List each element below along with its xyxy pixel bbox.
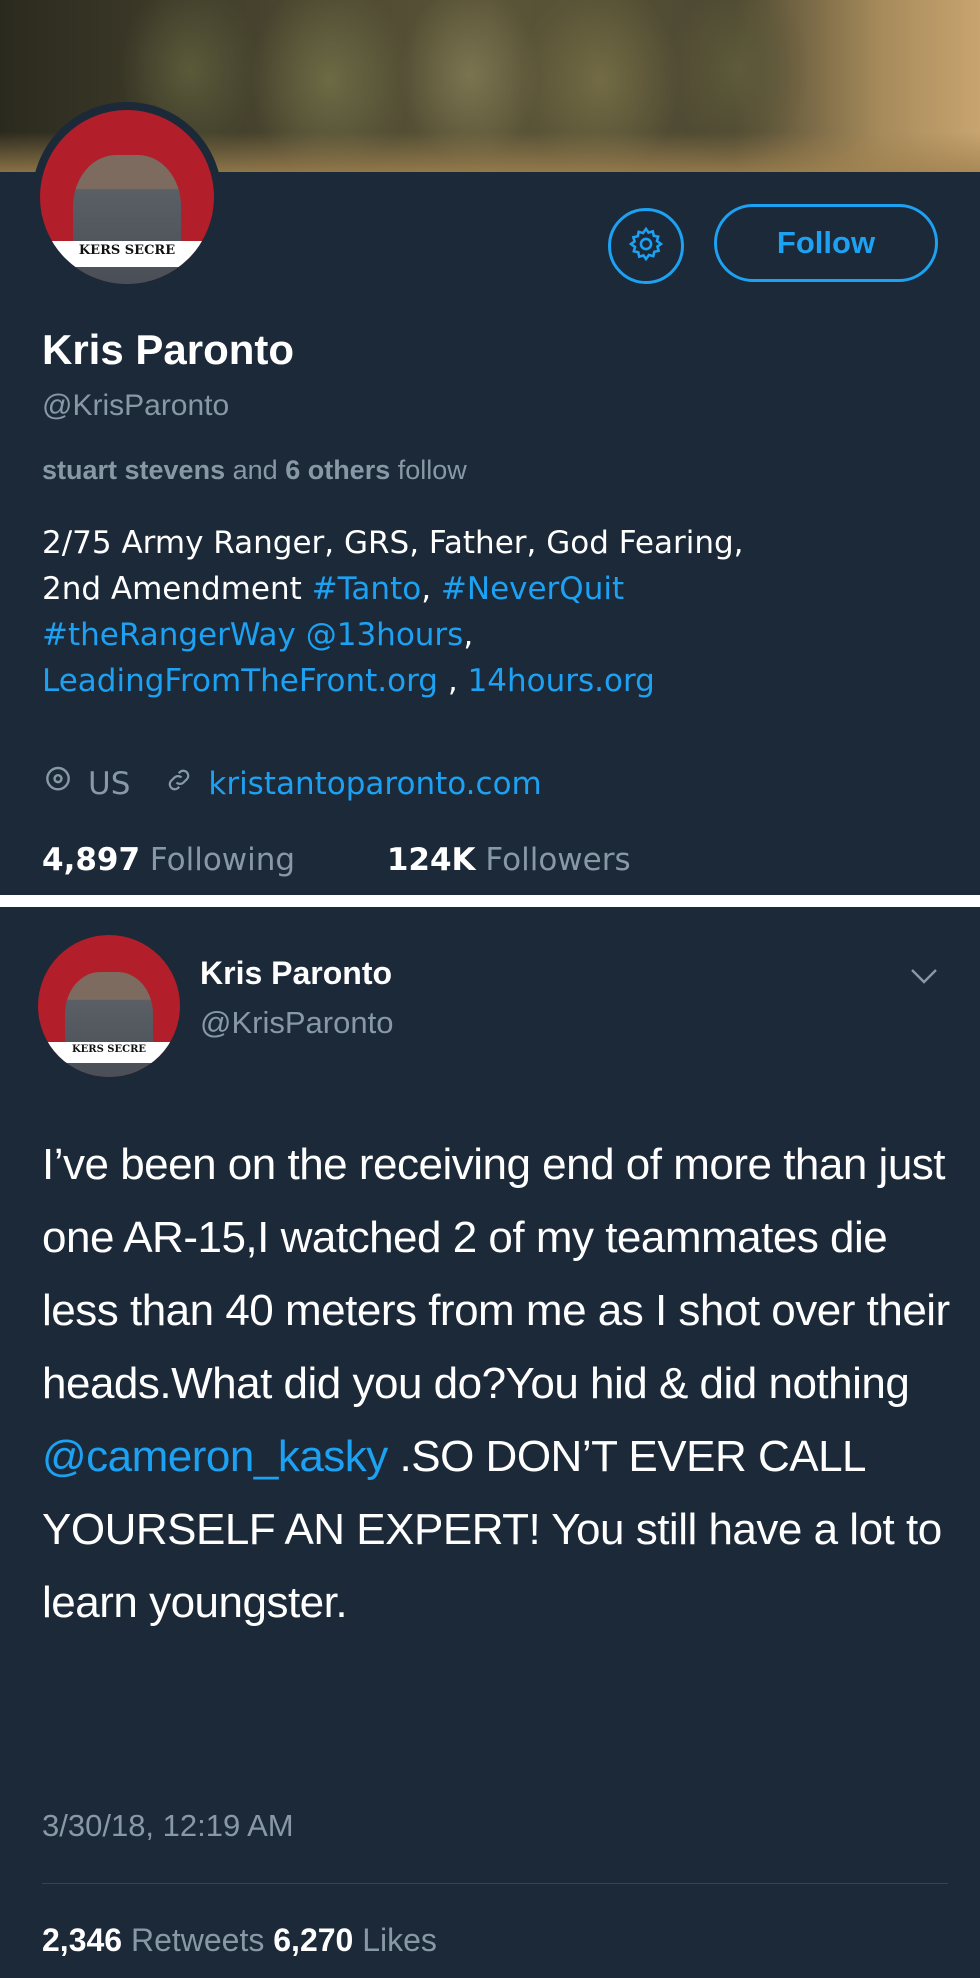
chevron-down-icon [906, 969, 942, 992]
tweet-author-handle[interactable]: @KrisParonto [200, 1005, 393, 1041]
settings-button[interactable] [608, 208, 684, 284]
bio-comma: , [421, 571, 432, 607]
bio-comma: , [437, 663, 458, 699]
profile-avatar[interactable]: KERS SECRE [32, 102, 222, 292]
followed-by-name: stuart stevens [42, 455, 226, 485]
bio-link-leadingfromthefront[interactable]: LeadingFromTheFront.org [42, 663, 438, 699]
hashtag-neverquit[interactable]: #NeverQuit [441, 571, 624, 607]
gear-icon [627, 225, 665, 268]
followers-label: Followers [485, 842, 631, 878]
likes-stat[interactable]: 6,270 Likes [273, 1922, 437, 1958]
location-pin-icon [42, 764, 74, 804]
avatar-banner-text: KERS SECRE [40, 240, 214, 267]
tweet-stats: 2,346 Retweets 6,270 Likes [42, 1922, 437, 1959]
bio-link-14hours[interactable]: 14hours.org [468, 663, 655, 699]
tweet-more-button[interactable] [906, 964, 942, 993]
follow-button[interactable]: Follow [714, 204, 938, 282]
tweet-text-before: I’ve been on the receiving end of more t… [42, 1140, 950, 1408]
tweet-avatar[interactable]: KERS SECRE [38, 935, 180, 1077]
bio-text: 2nd Amendment [42, 571, 302, 607]
tweet-author-name[interactable]: Kris Paronto [200, 955, 392, 992]
followers-count: 124K [386, 842, 476, 878]
profile-handle: @KrisParonto [42, 389, 230, 422]
profile-bio: 2/75 Army Ranger, GRS, Father, God Feari… [42, 520, 942, 704]
tweet-separator [42, 1883, 948, 1884]
retweets-label: Retweets [130, 1922, 265, 1958]
mention-13hours[interactable]: @13hours [306, 617, 464, 653]
profile-meta: US kristantoparonto.com [42, 764, 542, 804]
followed-by-suffix: follow [397, 455, 467, 485]
avatar-banner-text: KERS SECRE [38, 1041, 180, 1063]
followers-stat[interactable]: 124K Followers [387, 842, 631, 878]
tweet-timestamp: 3/30/18, 12:19 AM [42, 1808, 294, 1843]
hashtag-tanto[interactable]: #Tanto [312, 571, 422, 607]
bio-line-1: 2/75 Army Ranger, GRS, Father, God Feari… [42, 525, 744, 561]
tweet-text: I’ve been on the receiving end of more t… [42, 1128, 962, 1639]
link-icon [164, 765, 194, 803]
profile-name: Kris Paronto [42, 326, 295, 373]
retweets-count: 2,346 [42, 1922, 123, 1958]
followed-by-others: 6 others [285, 455, 391, 485]
retweets-stat[interactable]: 2,346 Retweets [42, 1922, 264, 1958]
likes-label: Likes [362, 1922, 437, 1958]
likes-count: 6,270 [273, 1922, 354, 1958]
following-label: Following [149, 842, 296, 878]
hashtag-therangerway[interactable]: #theRangerWay [42, 617, 296, 653]
profile-website-link[interactable]: kristantoparonto.com [208, 766, 541, 802]
followed-by-text[interactable]: stuart stevens and 6 others follow [42, 455, 467, 486]
followed-by-and: and [232, 455, 278, 485]
tweet-mention-cameron-kasky[interactable]: @cameron_kasky [42, 1432, 388, 1481]
profile-location: US [88, 766, 131, 802]
following-stat[interactable]: 4,897 Following [42, 842, 295, 878]
bio-comma: , [463, 617, 474, 653]
following-count: 4,897 [42, 842, 141, 878]
profile-stats: 4,897 Following 124K Followers [42, 842, 631, 878]
screenshot-divider [0, 895, 980, 907]
